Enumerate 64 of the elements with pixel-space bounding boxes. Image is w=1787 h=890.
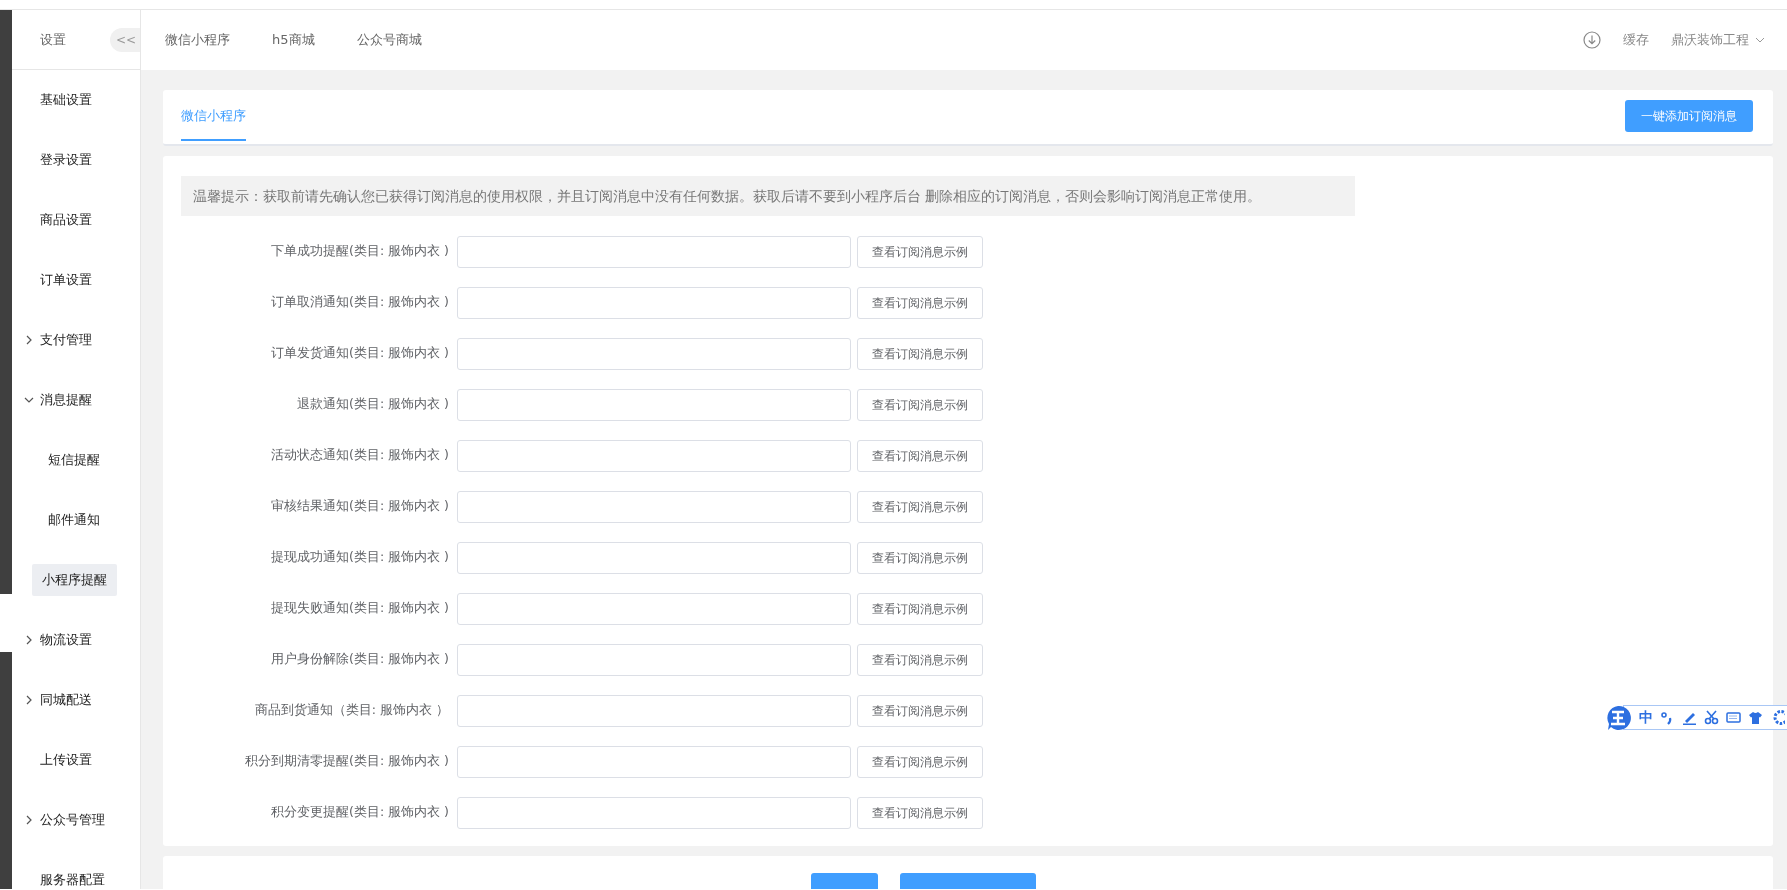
pencil-icon — [1682, 710, 1697, 725]
example-button[interactable]: 查看订阅消息示例 — [857, 286, 983, 319]
input-field[interactable] — [457, 388, 851, 421]
example-button[interactable]: 查看订阅消息示例 — [857, 643, 983, 676]
input-field[interactable] — [457, 745, 851, 778]
input-field[interactable] — [457, 337, 851, 370]
field-label: 审核结果通知(类目: 服饰内衣 ) — [270, 497, 450, 516]
input-field[interactable] — [457, 439, 851, 472]
sidebar-item[interactable]: 服务器配置 — [40, 864, 105, 889]
example-button[interactable]: 查看订阅消息示例 — [857, 694, 983, 727]
sidebar-item[interactable]: 订单设置 — [40, 264, 92, 296]
input-field[interactable] — [457, 235, 851, 268]
input-field[interactable] — [457, 643, 851, 676]
sidebar-item[interactable]: 上传设置 — [40, 744, 92, 776]
nav-link[interactable]: 微信小程序 — [165, 30, 230, 50]
field-label: 活动状态通知(类目: 服饰内衣 ) — [270, 446, 450, 465]
sidebar-item[interactable]: 消息提醒 — [40, 384, 92, 416]
field-label: 订单发货通知(类目: 服饰内衣 ) — [270, 344, 450, 363]
field-label: 下单成功提醒(类目: 服饰内衣 ) — [270, 242, 450, 261]
input-field[interactable] — [457, 592, 851, 625]
input-field[interactable] — [457, 694, 851, 727]
sidebar-item[interactable]: 小程序提醒 — [32, 564, 117, 596]
shirt-icon — [1748, 710, 1763, 725]
example-button[interactable]: 查看订阅消息示例 — [857, 592, 983, 625]
sidebar-item[interactable]: 短信提醒 — [48, 444, 100, 476]
field-label: 退款通知(类目: 服饰内衣 ) — [296, 395, 450, 414]
nav-link[interactable]: 公众号商城 — [356, 30, 422, 50]
field-label: 商品到货通知（类目: 服饰内衣 ） — [253, 701, 450, 720]
scissors-icon — [1704, 710, 1719, 725]
field-label: 用户身份解除(类目: 服饰内衣 ) — [270, 650, 450, 669]
example-button[interactable]: 查看订阅消息示例 — [857, 490, 983, 523]
input-field[interactable] — [457, 490, 851, 523]
sidebar-item[interactable]: 公众号管理 — [40, 804, 105, 836]
notice-text: 温馨提示：获取前请先确认您已获得订阅消息的使用权限，并且订阅消息中没有任何数据。获取后请不要到小程序后台 删除相应的订阅消息，否则会影响订阅消息正常使用。 — [181, 176, 1355, 217]
input-field[interactable] — [457, 541, 851, 574]
ime-mode-toggle[interactable]: 中 — [1639, 707, 1653, 728]
user-name[interactable]: 鼎沃装饰工程 — [1670, 30, 1749, 50]
keyboard-icon — [1726, 710, 1741, 725]
example-button[interactable]: 查看订阅消息示例 — [857, 388, 983, 421]
sidebar-item[interactable]: 同城配送 — [40, 684, 92, 716]
sidebar-item[interactable]: 邮件通知 — [48, 504, 100, 536]
field-label: 积分变更提醒(类目: 服饰内衣 ) — [270, 803, 450, 822]
nav-link[interactable]: h5商城 — [272, 30, 315, 50]
sidebar-item[interactable]: 物流设置 — [40, 624, 92, 656]
sidebar-item[interactable]: 基础设置 — [40, 84, 92, 116]
download-icon — [1582, 31, 1601, 49]
example-button[interactable]: 查看订阅消息示例 — [857, 235, 983, 268]
example-button[interactable]: 查看订阅消息示例 — [857, 541, 983, 574]
field-label: 订单取消通知(类目: 服饰内衣 ) — [270, 293, 450, 312]
field-label: 提现成功通知(类目: 服饰内衣 ) — [270, 548, 450, 567]
input-field[interactable] — [457, 286, 851, 319]
field-label: 积分到期清零提醒(类目: 服饰内衣 ) — [244, 752, 450, 771]
chevron-down-icon — [1755, 36, 1765, 44]
sidebar-item[interactable]: 登录设置 — [40, 144, 92, 176]
example-button[interactable]: 查看订阅消息示例 — [857, 439, 983, 472]
sidebar-title: 设置 — [40, 30, 66, 49]
sidebar-item[interactable]: 支付管理 — [40, 324, 92, 356]
sidebar-item[interactable]: 商品设置 — [40, 204, 92, 236]
cache-link[interactable]: 缓存 — [1622, 30, 1649, 50]
example-button[interactable]: 查看订阅消息示例 — [857, 745, 983, 778]
input-field[interactable] — [457, 796, 851, 829]
example-button[interactable]: 查看订阅消息示例 — [857, 796, 983, 829]
example-button[interactable]: 查看订阅消息示例 — [857, 337, 983, 370]
field-label: 提现失败通知(类目: 服饰内衣 ) — [270, 599, 450, 618]
